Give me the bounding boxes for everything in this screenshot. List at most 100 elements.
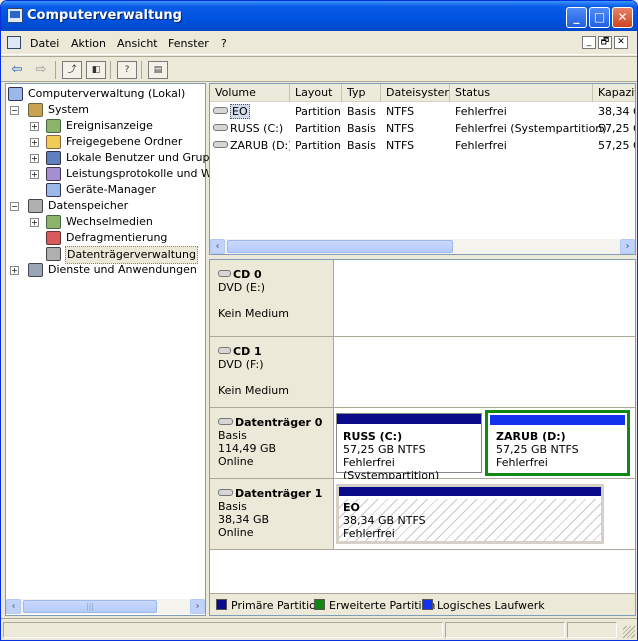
scroll-right-icon[interactable]: › xyxy=(190,599,205,614)
device-manager-icon xyxy=(46,183,61,197)
column-dateisystem[interactable]: Dateisystem xyxy=(381,84,450,102)
disk-info-cd0[interactable]: CD 0 DVD (E:) Kein Medium xyxy=(210,260,334,337)
disk-management-icon xyxy=(46,247,61,261)
table-row[interactable]: EO Partition Basis NTFS Fehlerfrei 38,34… xyxy=(210,103,635,120)
show-hide-tree-icon[interactable]: ◧ xyxy=(86,61,106,79)
column-layout[interactable]: Layout xyxy=(290,84,342,102)
mdi-close-button[interactable]: ✕ xyxy=(614,36,628,49)
scrollbar-thumb[interactable]: ||| xyxy=(23,600,157,613)
disk-graphical-view: CD 0 DVD (E:) Kein Medium CD 1 DVD (F:) … xyxy=(209,259,636,616)
disk-row-cd0[interactable]: CD 0 DVD (E:) Kein Medium xyxy=(210,260,635,337)
expand-icon[interactable]: + xyxy=(30,170,39,179)
expand-icon[interactable]: + xyxy=(10,266,19,275)
volume-icon xyxy=(213,124,228,131)
partition-size: 57,25 GB NTFS xyxy=(343,443,426,456)
cell-typ: Basis xyxy=(347,139,376,152)
partition-russ[interactable]: RUSS (C:) 57,25 GB NTFS Fehlerfrei (Syst… xyxy=(336,413,482,482)
disk-area-cd0 xyxy=(334,260,635,337)
up-folder-icon[interactable]: ⤴ xyxy=(62,61,82,79)
partition-status: Fehlerfrei xyxy=(343,527,395,540)
mdi-restore-button[interactable]: 🗗 xyxy=(598,36,612,49)
back-arrow-icon[interactable]: ⇦ xyxy=(7,61,27,79)
legend-logical: Logisches Laufwerk xyxy=(422,599,545,612)
status-bar xyxy=(1,618,637,640)
cell-status: Fehlerfrei xyxy=(455,105,507,118)
disk-size: 38,34 GB xyxy=(218,513,270,526)
disk-row-disk0[interactable]: Datenträger 0 Basis 114,49 GB Online RUS… xyxy=(210,408,635,482)
disk-info-disk1[interactable]: Datenträger 1 Basis 38,34 GB Online xyxy=(210,479,334,550)
services-icon xyxy=(28,263,43,277)
column-volume[interactable]: Volume xyxy=(210,84,290,102)
disk-info-disk0[interactable]: Datenträger 0 Basis 114,49 GB Online xyxy=(210,408,334,479)
status-segment xyxy=(567,622,617,638)
expand-icon[interactable]: + xyxy=(30,122,39,131)
defrag-icon xyxy=(46,231,61,245)
disk-info-cd1[interactable]: CD 1 DVD (F:) Kein Medium xyxy=(210,337,334,408)
scroll-left-icon[interactable]: ‹ xyxy=(6,599,21,614)
partition-eo[interactable]: EO 38,34 GB NTFS Fehlerfrei xyxy=(336,484,604,544)
scrollbar-thumb[interactable] xyxy=(227,240,453,253)
expand-icon[interactable]: + xyxy=(30,154,39,163)
disk-area-disk0: RUSS (C:) 57,25 GB NTFS Fehlerfrei (Syst… xyxy=(334,408,635,482)
scroll-left-icon[interactable]: ‹ xyxy=(210,239,225,254)
help-icon[interactable]: ? xyxy=(117,61,137,79)
properties-icon[interactable]: ▤ xyxy=(148,61,168,79)
expand-icon[interactable]: + xyxy=(30,138,39,147)
cell-capacity: 38,34 GB xyxy=(598,105,635,118)
partition-size: 57,25 GB NTFS xyxy=(496,443,579,456)
column-kapazitaet[interactable]: Kapazität xyxy=(593,84,635,102)
mdi-minimize-button[interactable]: _ xyxy=(582,36,596,49)
storage-icon xyxy=(28,199,43,213)
table-row[interactable]: ZARUB (D:) Partition Basis NTFS Fehlerfr… xyxy=(210,137,635,154)
logical-drive-bar xyxy=(490,415,625,425)
cdrom-icon xyxy=(218,347,231,354)
menu-bar: Datei Aktion Ansicht Fenster ? _ 🗗 ✕ xyxy=(1,31,637,55)
partition-status: Fehlerfrei xyxy=(496,456,548,469)
menu-fenster[interactable]: Fenster xyxy=(168,37,209,50)
minimize-button[interactable]: _ xyxy=(566,7,587,28)
partition-name: RUSS (C:) xyxy=(343,430,403,443)
collapse-icon[interactable]: − xyxy=(10,106,19,115)
cell-layout: Partition xyxy=(295,105,341,118)
column-typ[interactable]: Typ xyxy=(342,84,381,102)
cell-typ: Basis xyxy=(347,105,376,118)
computer-management-icon xyxy=(7,8,23,23)
partition-name: EO xyxy=(343,501,360,514)
system-tools-icon xyxy=(28,103,43,117)
cell-volume: EO xyxy=(213,103,290,120)
maximize-button[interactable]: □ xyxy=(589,7,610,28)
partition-zarub[interactable]: ZARUB (D:) 57,25 GB NTFS Fehlerfrei xyxy=(485,410,630,476)
menu-help[interactable]: ? xyxy=(221,37,227,50)
disk-type: Basis xyxy=(218,429,247,442)
users-icon xyxy=(46,151,61,165)
menu-aktion[interactable]: Aktion xyxy=(71,37,106,50)
cdrom-icon xyxy=(218,270,231,277)
disk-row-cd1[interactable]: CD 1 DVD (F:) Kein Medium xyxy=(210,337,635,408)
expand-icon[interactable]: + xyxy=(30,218,39,227)
collapse-icon[interactable]: − xyxy=(10,202,19,211)
computer-icon xyxy=(8,87,23,101)
forward-arrow-icon[interactable]: ⇨ xyxy=(31,61,51,79)
volume-icon xyxy=(213,107,228,114)
resize-grip-icon[interactable] xyxy=(623,626,635,638)
partition-size: 38,34 GB NTFS xyxy=(343,514,426,527)
scroll-right-icon[interactable]: › xyxy=(620,239,635,254)
column-status[interactable]: Status xyxy=(450,84,593,102)
menu-ansicht[interactable]: Ansicht xyxy=(117,37,158,50)
title-bar[interactable]: Computerverwaltung _ □ ✕ xyxy=(1,1,637,31)
legend: Primäre Partition Erweiterte Partition L… xyxy=(210,593,635,615)
legend-swatch xyxy=(422,599,433,610)
window-title: Computerverwaltung xyxy=(27,8,182,23)
disk-row-disk1[interactable]: Datenträger 1 Basis 38,34 GB Online EO 3… xyxy=(210,479,635,550)
close-button[interactable]: ✕ xyxy=(612,7,633,28)
disk-status: Kein Medium xyxy=(218,307,289,320)
tree-horizontal-scrollbar[interactable]: ‹ ||| › xyxy=(6,599,205,614)
disk-status: Kein Medium xyxy=(218,384,289,397)
computer-icon[interactable] xyxy=(7,36,21,49)
cell-capacity: 57,25 GB xyxy=(598,122,635,135)
table-row[interactable]: RUSS (C:) Partition Basis NTFS Fehlerfre… xyxy=(210,120,635,137)
volume-list-horizontal-scrollbar[interactable]: ‹ › xyxy=(210,239,635,254)
legend-extended: Erweiterte Partition xyxy=(314,599,435,612)
primary-partition-bar xyxy=(339,487,601,496)
menu-datei[interactable]: Datei xyxy=(30,37,59,50)
